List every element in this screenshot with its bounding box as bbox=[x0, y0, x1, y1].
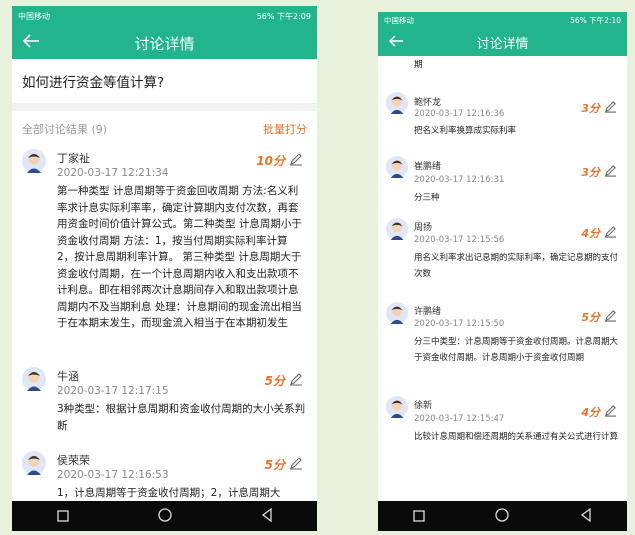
avatar bbox=[386, 302, 408, 324]
batch-score-button[interactable]: 批量打分 bbox=[263, 121, 307, 137]
score-value: 4分 bbox=[581, 406, 600, 419]
comment-time: 2020-03-17 12:16:36 bbox=[414, 109, 505, 119]
home-icon[interactable] bbox=[157, 507, 172, 526]
comment-text: 用名义利率求出记息期的实际利率，确定记息期的支付次数 bbox=[414, 253, 619, 279]
commenter-name: 许鹏绪 bbox=[414, 307, 442, 317]
score-value: 4分 bbox=[581, 227, 600, 240]
page-title: 讨论详情 bbox=[476, 37, 529, 52]
comment-time: 2020-03-17 12:21:34 bbox=[57, 167, 169, 179]
list-item: 鲍怀龙 2020-03-17 12:16:36 3分 把名义利率换算成实际利率 bbox=[378, 74, 627, 138]
edit-pencil-icon[interactable] bbox=[289, 456, 303, 473]
phone-screen-right: 中国移动 56% 下午2:10 讨论详情 期 鲍怀龙 2020-03-17 12… bbox=[378, 12, 627, 531]
status-bar: 中国移动 56% 下午2:10 bbox=[378, 12, 627, 29]
score-value: 3分 bbox=[581, 166, 600, 179]
page-title: 讨论详情 bbox=[134, 34, 195, 53]
list-item: 侯荣荣 2020-03-17 12:16:53 5分 1，计息周期等于资金收付周… bbox=[12, 445, 317, 501]
carrier-text: 中国移动 bbox=[18, 12, 50, 21]
comment-time: 2020-03-17 12:16:53 bbox=[57, 469, 169, 481]
list-item: 丁家祉 2020-03-17 12:21:34 10分 第一种类型 计息周期等于… bbox=[12, 143, 317, 361]
commenter-name: 徐新 bbox=[414, 401, 433, 411]
app-bar: 讨论详情 bbox=[12, 27, 317, 59]
back-arrow-icon[interactable] bbox=[22, 34, 40, 52]
score-button[interactable]: 3分 bbox=[581, 100, 617, 116]
commenter-name: 牛涵 bbox=[57, 370, 79, 383]
list-item: 崔鹏绪 2020-03-17 12:16:31 3分 分三种 bbox=[378, 138, 627, 210]
commenter-name: 崔鹏绪 bbox=[414, 162, 442, 172]
recent-apps-icon[interactable] bbox=[56, 507, 69, 526]
edit-pencil-icon[interactable] bbox=[604, 309, 617, 325]
edit-pencil-icon[interactable] bbox=[604, 225, 617, 241]
discussion-content[interactable]: 如何进行资金等值计算? 全部讨论结果 (9) 批量打分 丁家祉 2020-03-… bbox=[12, 59, 317, 501]
commenter-name: 周扬 bbox=[414, 223, 433, 233]
comment-time: 2020-03-17 12:16:31 bbox=[414, 175, 505, 185]
discussion-content[interactable]: 期 鲍怀龙 2020-03-17 12:16:36 3分 把名义利率换算成实际利… bbox=[378, 56, 627, 501]
comment-time: 2020-03-17 12:15:47 bbox=[414, 414, 505, 424]
list-item: 徐新 2020-03-17 12:15:47 4分 比较计息周期和偿还周期的关系… bbox=[378, 388, 627, 478]
avatar bbox=[22, 451, 46, 475]
list-item: 许鹏绪 2020-03-17 12:15:50 5分 分三中类型：计息周期等于资… bbox=[378, 296, 627, 388]
status-right-text: 56% 下午2:10 bbox=[570, 16, 621, 25]
score-value: 5分 bbox=[581, 311, 600, 324]
comment-text: 分三中类型：计息周期等于资金收付周期。计息周期大于资金收付周期。计息周期小于资金… bbox=[414, 337, 619, 363]
recent-apps-icon[interactable] bbox=[413, 507, 425, 526]
avatar bbox=[386, 396, 408, 418]
list-header: 全部讨论结果 (9) 批量打分 bbox=[12, 111, 317, 143]
avatar bbox=[386, 92, 408, 114]
edit-pencil-icon[interactable] bbox=[289, 152, 303, 169]
commenter-name: 侯荣荣 bbox=[57, 454, 90, 467]
avatar bbox=[386, 218, 408, 240]
score-value: 5分 bbox=[264, 374, 285, 388]
home-icon[interactable] bbox=[495, 507, 510, 526]
comment-text: 分三种 bbox=[414, 193, 440, 203]
edit-pencil-icon[interactable] bbox=[604, 100, 617, 116]
comment-text: 比较计息周期和偿还周期的关系通过有关公式进行计算 bbox=[414, 432, 619, 442]
comment-time: 2020-03-17 12:15:50 bbox=[414, 319, 505, 329]
score-value: 5分 bbox=[264, 458, 285, 472]
score-button[interactable]: 10分 bbox=[256, 152, 303, 169]
system-nav-bar bbox=[378, 501, 627, 531]
score-value: 10分 bbox=[256, 154, 285, 168]
carrier-text: 中国移动 bbox=[384, 16, 414, 25]
list-item: 牛涵 2020-03-17 12:17:15 5分 3种类型：根据计息周期和资金… bbox=[12, 361, 317, 445]
status-right-text: 56% 下午2:09 bbox=[256, 12, 311, 21]
comment-time: 2020-03-17 12:17:15 bbox=[57, 385, 169, 397]
comment-text: 3种类型：根据计息周期和资金收付周期的大小关系判断 bbox=[57, 403, 306, 432]
phone-screen-left: 中国移动 56% 下午2:09 讨论详情 如何进行资金等值计算? 全部讨论结果 … bbox=[12, 6, 317, 531]
commenter-name: 鲍怀龙 bbox=[414, 98, 442, 108]
commenter-name: 丁家祉 bbox=[57, 152, 90, 165]
list-item: 周扬 2020-03-17 12:15:56 4分 用名义利率求出记息期的实际利… bbox=[378, 210, 627, 296]
score-button[interactable]: 5分 bbox=[581, 309, 617, 325]
system-nav-bar bbox=[12, 501, 317, 531]
status-bar: 中国移动 56% 下午2:09 bbox=[12, 6, 317, 27]
discussion-count: 全部讨论结果 (9) bbox=[22, 123, 108, 136]
comment-time: 2020-03-17 12:15:56 bbox=[414, 235, 505, 245]
score-button[interactable]: 4分 bbox=[581, 404, 617, 420]
score-button[interactable]: 3分 bbox=[581, 164, 617, 180]
score-button[interactable]: 5分 bbox=[265, 456, 303, 473]
avatar bbox=[22, 367, 46, 391]
edit-pencil-icon[interactable] bbox=[604, 164, 617, 180]
score-button[interactable]: 5分 bbox=[265, 372, 303, 389]
back-nav-icon[interactable] bbox=[261, 507, 273, 526]
back-arrow-icon[interactable] bbox=[388, 34, 404, 51]
back-nav-icon[interactable] bbox=[580, 507, 592, 526]
avatar bbox=[386, 156, 408, 178]
edit-pencil-icon[interactable] bbox=[604, 404, 617, 420]
score-value: 3分 bbox=[581, 102, 600, 115]
edit-pencil-icon[interactable] bbox=[289, 372, 303, 389]
question-text: 如何进行资金等值计算? bbox=[12, 59, 317, 111]
comment-text: 第一种类型 计息周期等于资金回收周期 方法:名义利率求计息实际利率率，确定计算期… bbox=[57, 185, 302, 329]
truncated-text-fragment: 期 bbox=[414, 60, 423, 70]
avatar bbox=[22, 149, 46, 173]
app-bar: 讨论详情 bbox=[378, 29, 627, 56]
score-button[interactable]: 4分 bbox=[581, 225, 617, 241]
comment-text: 1，计息周期等于资金收付周期；2，计息周期大 bbox=[57, 487, 281, 499]
comment-text: 把名义利率换算成实际利率 bbox=[414, 126, 517, 136]
